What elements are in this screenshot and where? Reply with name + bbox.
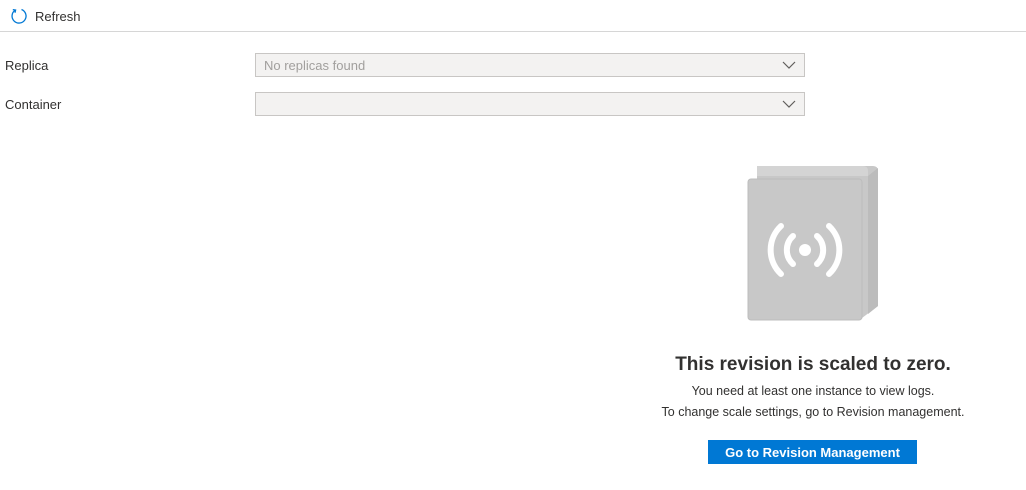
- refresh-label: Refresh: [35, 8, 81, 24]
- container-dropdown[interactable]: [255, 92, 805, 116]
- refresh-button[interactable]: Refresh: [10, 5, 81, 27]
- empty-state-message: You need at least one instance to view l…: [691, 384, 935, 398]
- toolbar: Refresh: [0, 0, 1026, 32]
- container-label: Container: [5, 97, 62, 112]
- go-to-revision-management-button[interactable]: Go to Revision Management: [708, 440, 917, 464]
- replica-dropdown-value: No replicas found: [264, 57, 366, 73]
- replica-label: Replica: [5, 58, 49, 73]
- refresh-icon: [10, 7, 28, 25]
- empty-state-title: This revision is scaled to zero.: [675, 354, 951, 375]
- log-book-broadcast-icon: [745, 162, 881, 327]
- chevron-down-icon: [774, 93, 804, 115]
- chevron-down-icon: [774, 54, 804, 76]
- replica-dropdown[interactable]: No replicas found: [255, 53, 805, 77]
- empty-state-hint: To change scale settings, go to Revision…: [661, 405, 965, 419]
